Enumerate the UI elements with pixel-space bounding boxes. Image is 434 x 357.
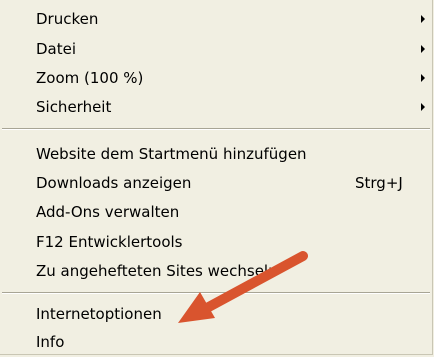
menu-item-label: Add-Ons verwalten	[36, 203, 180, 221]
menu-item-zoom[interactable]: Zoom (100 %)	[0, 63, 432, 93]
menu-item-label: Datei	[36, 40, 77, 58]
menu-separator	[2, 128, 430, 130]
menu-item-label: Zu angehefteten Sites wechseln	[36, 262, 278, 280]
menu-item-website-startmenue[interactable]: Website dem Startmenü hinzufügen	[0, 139, 432, 169]
submenu-arrow-icon	[421, 74, 425, 82]
submenu-arrow-icon	[421, 45, 425, 53]
menu-item-info[interactable]: Info	[0, 327, 432, 357]
menu-item-shortcut: Strg+J	[355, 174, 403, 192]
menu-item-f12-tools[interactable]: F12 Entwicklertools	[0, 227, 432, 257]
menu-item-label: Info	[36, 333, 65, 351]
menu-item-internetoptionen[interactable]: Internetoptionen	[0, 299, 432, 329]
menu-item-label: F12 Entwicklertools	[36, 233, 183, 251]
menu-item-add-ons[interactable]: Add-Ons verwalten	[0, 197, 432, 227]
menu-item-label: Sicherheit	[36, 98, 112, 116]
menu-item-datei[interactable]: Datei	[0, 34, 432, 64]
submenu-arrow-icon	[421, 103, 425, 111]
menu-item-pinned-sites[interactable]: Zu angehefteten Sites wechseln	[0, 256, 432, 286]
menu-item-label: Website dem Startmenü hinzufügen	[36, 145, 307, 163]
menu-item-label: Zoom (100 %)	[36, 69, 144, 87]
menu-item-label: Internetoptionen	[36, 305, 162, 323]
menu-item-downloads[interactable]: Downloads anzeigen Strg+J	[0, 168, 432, 198]
menu-item-sicherheit[interactable]: Sicherheit	[0, 92, 432, 122]
tools-menu: Drucken Datei Zoom (100 %) Sicherheit We…	[0, 0, 433, 355]
menu-item-label: Downloads anzeigen	[36, 174, 192, 192]
menu-separator	[2, 292, 430, 294]
menu-item-label: Drucken	[36, 10, 99, 28]
menu-item-drucken[interactable]: Drucken	[0, 4, 432, 34]
submenu-arrow-icon	[421, 15, 425, 23]
